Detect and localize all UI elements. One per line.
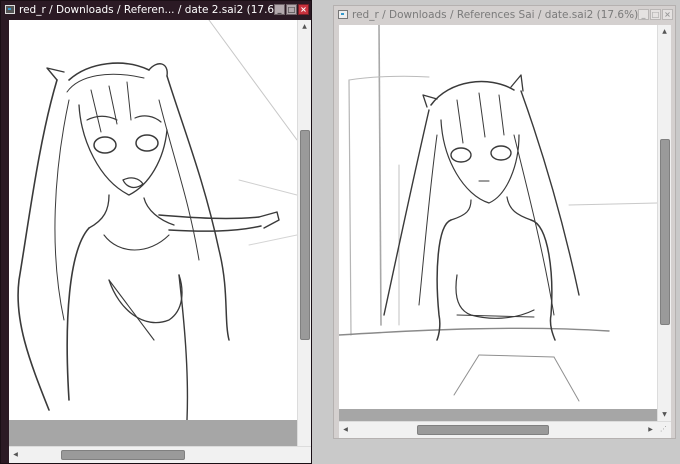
scroll-left-icon[interactable]: ◀ [341, 425, 350, 434]
canvas-window-date-2[interactable]: red_r / Downloads / Referen... / date 2.… [0, 0, 312, 464]
window-titlebar[interactable]: red_r / Downloads / References Sai / dat… [334, 6, 675, 23]
minimize-button[interactable]: _ [274, 4, 285, 15]
scroll-right-icon[interactable]: ▶ [646, 425, 655, 434]
horizontal-scroll-thumb[interactable] [417, 425, 549, 435]
horizontal-scrollbar[interactable]: ◀ ▶ ⋰ [339, 421, 671, 438]
close-button[interactable]: × [298, 4, 309, 15]
sai-app-icon [5, 5, 15, 14]
scroll-up-icon[interactable]: ▲ [300, 22, 309, 31]
window-title: red_r / Downloads / Referen... / date 2.… [19, 3, 274, 16]
minimize-button[interactable]: _ [638, 9, 649, 20]
canvas-window-date[interactable]: red_r / Downloads / References Sai / dat… [333, 5, 676, 439]
sketch-sitting-girl [339, 25, 657, 402]
drawing-canvas[interactable] [339, 25, 657, 409]
sai-app-icon [338, 10, 348, 19]
sketch-pointing-girl [17, 20, 297, 420]
horizontal-scroll-thumb[interactable] [61, 450, 185, 460]
window-titlebar[interactable]: red_r / Downloads / Referen... / date 2.… [1, 1, 311, 18]
window-title: red_r / Downloads / References Sai / dat… [352, 8, 638, 21]
vertical-scroll-thumb[interactable] [660, 139, 670, 325]
scroll-left-icon[interactable]: ◀ [11, 450, 20, 459]
scroll-down-icon[interactable]: ▼ [660, 410, 669, 419]
close-button[interactable]: × [662, 9, 673, 20]
maximize-button[interactable]: □ [650, 9, 661, 20]
vertical-scroll-thumb[interactable] [300, 130, 310, 340]
scroll-up-icon[interactable]: ▲ [660, 27, 669, 36]
drawing-canvas[interactable] [9, 20, 297, 420]
resize-grip-icon[interactable]: ⋰ [659, 425, 668, 434]
canvas-outside-area [339, 409, 657, 421]
horizontal-scrollbar[interactable]: ◀ [9, 446, 311, 463]
maximize-button[interactable]: □ [286, 4, 297, 15]
vertical-scrollbar[interactable]: ▲ [297, 20, 311, 446]
canvas-outside-area [9, 420, 297, 446]
vertical-scrollbar[interactable]: ▲ ▼ [657, 25, 671, 421]
